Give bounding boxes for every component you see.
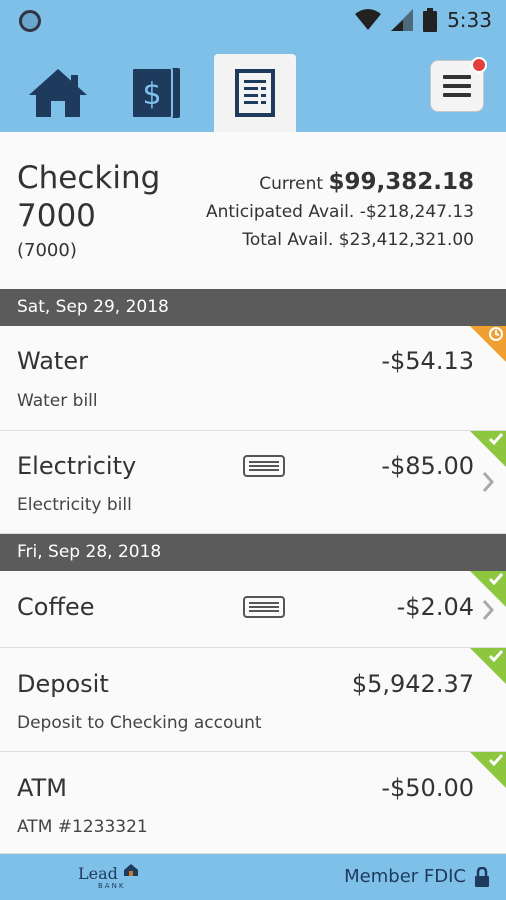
- register-icon: [235, 69, 275, 117]
- receipt-icon: [243, 455, 285, 477]
- status-bar: 5:33: [0, 0, 506, 42]
- account-number: (7000): [17, 240, 77, 261]
- signal-icon: [391, 9, 414, 31]
- transaction-amount: -$85.00: [381, 452, 474, 480]
- top-nav: $: [0, 42, 506, 132]
- transaction-title: ATM: [17, 774, 67, 802]
- transaction-subtitle: Water bill: [17, 391, 98, 411]
- transaction-amount: -$54.13: [381, 347, 474, 375]
- transaction-row[interactable]: Water Water bill -$54.13: [0, 326, 506, 431]
- chevron-right-icon: [482, 472, 494, 492]
- transaction-subtitle: Deposit to Checking account: [17, 713, 262, 733]
- transaction-title: Deposit: [17, 670, 109, 698]
- anticipated-balance: Anticipated Avail. -$218,247.13: [205, 202, 474, 222]
- checkmark-icon: [488, 650, 504, 663]
- receipt-icon: [243, 596, 285, 618]
- wifi-icon: [355, 9, 382, 30]
- svg-text:$: $: [142, 77, 161, 112]
- transaction-row[interactable]: ATM ATM #1233321 -$50.00: [0, 752, 506, 854]
- transaction-subtitle: ATM #1233321: [17, 817, 148, 837]
- status-icons: 5:33: [355, 8, 492, 32]
- lock-icon: [475, 866, 489, 887]
- date-header: Sat, Sep 29, 2018: [0, 289, 506, 326]
- bank-logo: Lead: [78, 864, 118, 883]
- clock-icon: [489, 327, 503, 341]
- footer: Lead BANK Member FDIC: [0, 854, 506, 900]
- tab-home[interactable]: [17, 54, 99, 132]
- current-label: Current: [259, 174, 324, 194]
- member-fdic: Member FDIC: [344, 866, 490, 887]
- transaction-row[interactable]: Coffee -$2.04: [0, 571, 506, 648]
- date-header: Fri, Sep 28, 2018: [0, 534, 506, 571]
- transaction-amount: $5,942.37: [351, 670, 474, 698]
- notification-dot-icon: [19, 10, 41, 32]
- transaction-row[interactable]: Electricity Electricity bill -$85.00: [0, 431, 506, 534]
- current-balance: $99,382.18: [328, 169, 474, 195]
- hamburger-icon: [443, 75, 471, 97]
- transaction-amount: -$2.04: [396, 593, 474, 621]
- tab-register[interactable]: [214, 54, 296, 132]
- transaction-row[interactable]: Deposit Deposit to Checking account $5,9…: [0, 648, 506, 752]
- battery-icon: [423, 8, 438, 32]
- dollar-statement-icon: $: [132, 67, 180, 119]
- menu-button[interactable]: [430, 57, 487, 112]
- bank-logo-icon: [124, 864, 138, 876]
- account-name: Checking 7000: [17, 160, 161, 234]
- balances: Current $99,382.18 Anticipated Avail. -$…: [206, 168, 474, 254]
- transaction-title: Water: [17, 347, 88, 375]
- checkmark-icon: [488, 573, 504, 586]
- account-summary: Checking 7000 (7000) Current $99,382.18 …: [0, 132, 506, 289]
- checkmark-icon: [488, 754, 504, 767]
- bank-logo-sub: BANK: [98, 882, 126, 890]
- transaction-subtitle: Electricity bill: [17, 495, 132, 515]
- total-balance: Total Avail. $23,412,321.00: [242, 230, 474, 250]
- member-fdic-label: Member FDIC: [344, 866, 466, 887]
- checkmark-icon: [488, 433, 504, 446]
- notification-badge: [471, 57, 487, 73]
- transaction-title: Coffee: [17, 593, 95, 621]
- tab-statements[interactable]: $: [116, 54, 198, 132]
- status-time: 5:33: [447, 8, 492, 32]
- home-icon: [29, 69, 87, 117]
- transaction-title: Electricity: [17, 452, 137, 480]
- transaction-amount: -$50.00: [381, 774, 474, 802]
